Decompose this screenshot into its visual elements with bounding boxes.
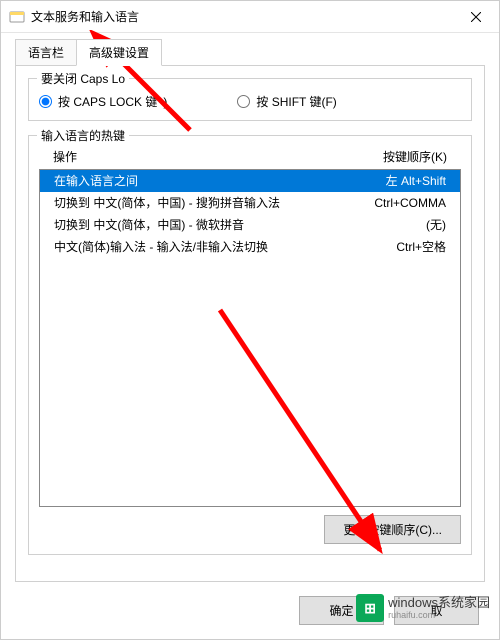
hotkey-action: 切换到 中文(简体，中国) - 微软拼音 — [46, 216, 334, 234]
radio-capslock[interactable]: 按 CAPS LOCK 键 ) — [39, 93, 167, 110]
hotkey-row[interactable]: 切换到 中文(简体，中国) - 搜狗拼音输入法Ctrl+COMMA — [40, 192, 460, 214]
tab-advanced-keys[interactable]: 高级键设置 — [76, 39, 162, 66]
hotkey-row[interactable]: 中文(简体)输入法 - 输入法/非输入法切换Ctrl+空格 — [40, 236, 460, 258]
radio-shift[interactable]: 按 SHIFT 键(F) — [237, 93, 336, 110]
col-action-header: 操作 — [45, 148, 335, 165]
tab-content: 要关闭 Caps Lo 按 CAPS LOCK 键 ) 按 SHIFT 键(F)… — [15, 65, 485, 582]
hotkey-keys: Ctrl+COMMA — [334, 194, 454, 212]
hotkey-action: 切换到 中文(简体，中国) - 搜狗拼音输入法 — [46, 194, 334, 212]
hotkey-keys: Ctrl+空格 — [334, 238, 454, 256]
hotkey-row[interactable]: 在输入语言之间左 Alt+Shift — [40, 170, 460, 192]
radio-capslock-input[interactable] — [39, 95, 52, 108]
radio-capslock-label: 按 CAPS LOCK 键 — [58, 93, 157, 110]
radio-capslock-extra: ) — [163, 95, 167, 109]
capslock-group: 要关闭 Caps Lo 按 CAPS LOCK 键 ) 按 SHIFT 键(F) — [28, 78, 472, 121]
hotkey-list[interactable]: 在输入语言之间左 Alt+Shift切换到 中文(简体，中国) - 搜狗拼音输入… — [39, 169, 461, 507]
hotkey-keys: 左 Alt+Shift — [334, 172, 454, 190]
watermark-icon: ⊞ — [356, 594, 384, 622]
hotkey-row[interactable]: 切换到 中文(简体，中国) - 微软拼音(无) — [40, 214, 460, 236]
radio-shift-input[interactable] — [237, 95, 250, 108]
app-icon — [9, 9, 25, 25]
dialog-window: 文本服务和输入语言 语言栏 高级键设置 要关闭 Caps Lo 按 CAPS L… — [0, 0, 500, 640]
hotkey-action: 中文(简体)输入法 - 输入法/非输入法切换 — [46, 238, 334, 256]
watermark-line2: ruhaifu.com — [388, 610, 490, 621]
tabs: 语言栏 高级键设置 — [1, 33, 499, 66]
hotkey-action: 在输入语言之间 — [46, 172, 334, 190]
window-title: 文本服务和输入语言 — [31, 8, 453, 25]
watermark-text: windows系统家园 ruhaifu.com — [388, 595, 490, 621]
hotkey-group: 输入语言的热键 操作 按键顺序(K) 在输入语言之间左 Alt+Shift切换到… — [28, 135, 472, 555]
col-keys-header: 按键顺序(K) — [335, 148, 455, 165]
hotkey-keys: (无) — [334, 216, 454, 234]
hotkey-group-title: 输入语言的热键 — [37, 127, 129, 144]
hotkey-header: 操作 按键顺序(K) — [39, 146, 461, 167]
watermark-line1: windows系统家园 — [388, 595, 490, 611]
titlebar: 文本服务和输入语言 — [1, 1, 499, 33]
radio-shift-label: 按 SHIFT 键(F) — [256, 93, 336, 110]
watermark: ⊞ windows系统家园 ruhaifu.com — [356, 594, 490, 622]
close-button[interactable] — [453, 1, 499, 33]
tab-language-bar[interactable]: 语言栏 — [15, 39, 76, 66]
capslock-group-title: 要关闭 Caps Lo — [37, 70, 129, 87]
change-key-sequence-button[interactable]: 更改按键顺序(C)... — [324, 515, 461, 544]
